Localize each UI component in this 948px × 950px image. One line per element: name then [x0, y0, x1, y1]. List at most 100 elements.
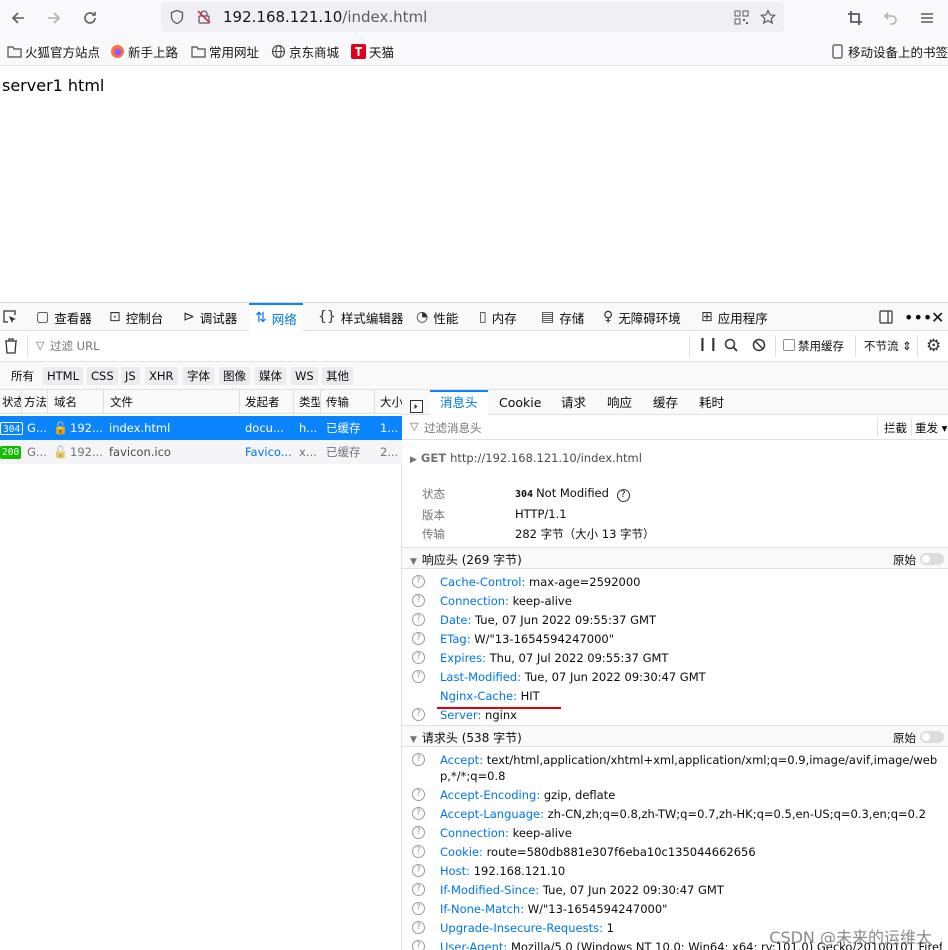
shield-icon[interactable] [168, 8, 186, 26]
bookmark-getting-started[interactable]: 新手上路 [109, 42, 178, 61]
help-icon[interactable]: ? [412, 594, 425, 607]
dock-side-icon[interactable] [878, 303, 894, 331]
close-devtools-icon[interactable]: ✕ [931, 303, 944, 331]
help-icon[interactable]: ? [412, 807, 425, 820]
col-transferred[interactable]: 传输 [321, 390, 375, 414]
col-size[interactable]: 大小 [375, 390, 402, 414]
help-icon[interactable]: ? [412, 921, 425, 934]
tab-inspector[interactable]: ▢ 查看器 [36, 303, 92, 331]
col-initiator[interactable]: 发起者 [240, 390, 294, 414]
filter-css[interactable]: CSS [87, 367, 118, 385]
request-headers-section[interactable]: ▼ 请求头 (538 字节) 原始 [402, 725, 948, 747]
url-filter-input[interactable]: 过滤 URL [50, 338, 99, 354]
help-icon[interactable]: ? [412, 632, 425, 645]
toggle-sidebar-icon[interactable] [410, 396, 424, 413]
filter-js[interactable]: JS [121, 367, 140, 385]
mobile-bookmarks[interactable]: 移动设备上的书签 [829, 42, 948, 61]
help-icon[interactable]: ? [412, 575, 425, 588]
bookmark-tmall[interactable]: 天猫 [350, 42, 394, 61]
help-icon[interactable]: ? [616, 489, 630, 502]
reload-icon[interactable] [77, 5, 103, 31]
request-row[interactable]: 304 G... 🔓 192... index.html docu... h..… [0, 416, 402, 440]
raw-toggle[interactable] [920, 553, 944, 565]
tab-storage[interactable]: ▤ 存储 [541, 303, 584, 331]
pause-icon[interactable]: ❙❙ [697, 337, 719, 352]
resend-button[interactable]: 重发 ▾ [915, 420, 947, 436]
qr-code-icon[interactable] [732, 8, 750, 26]
col-file[interactable]: 文件 [104, 390, 240, 414]
block-button[interactable]: 拦截 [884, 420, 907, 436]
tab-cookies[interactable]: Cookie [499, 390, 541, 415]
trash-icon[interactable] [4, 338, 18, 357]
tab-memory[interactable]: ▯ 内存 [479, 303, 517, 331]
request-url: http://192.168.121.10/index.html [450, 451, 642, 465]
tab-debugger[interactable]: ⊳ 调试器 [183, 303, 237, 331]
tab-request[interactable]: 请求 [561, 390, 586, 415]
help-icon[interactable]: ? [412, 670, 425, 683]
settings-gear-icon[interactable]: ⚙ [926, 336, 941, 356]
filter-images[interactable]: 图像 [219, 367, 250, 385]
filter-media[interactable]: 媒体 [255, 367, 286, 385]
bookmark-star-icon[interactable] [759, 8, 777, 26]
bookmark-common-sites[interactable]: 常用网址 [190, 42, 259, 61]
disable-cache-checkbox[interactable] [783, 339, 795, 351]
help-icon[interactable]: ? [412, 613, 425, 626]
header-name: Expires: [440, 651, 486, 665]
header-name-value: Cookie: route=580db881e307f6eba10c135044… [440, 844, 756, 860]
tab-style-editor[interactable]: {} 样式编辑器 [318, 303, 403, 331]
search-icon[interactable] [724, 338, 738, 355]
tab-performance[interactable]: ◔ 性能 [416, 303, 458, 331]
help-icon[interactable]: ? [412, 708, 425, 721]
col-status[interactable]: 状态 [0, 390, 22, 414]
more-options-icon[interactable]: ••• [904, 303, 932, 331]
help-icon[interactable]: ? [412, 826, 425, 839]
filter-xhr[interactable]: XHR [145, 367, 178, 385]
tab-network[interactable]: ⇅ 网络 [249, 303, 303, 331]
help-icon[interactable]: ? [412, 651, 425, 664]
insecure-lock-icon[interactable] [195, 8, 213, 26]
help-icon[interactable]: ? [412, 788, 425, 801]
header-name: Cookie: [440, 845, 483, 859]
help-icon[interactable]: ? [412, 883, 425, 896]
url-text[interactable]: 192.168.121.10/index.html [223, 8, 427, 26]
request-row[interactable]: 200 G... 🔓 192... favicon.ico Favico... … [0, 440, 402, 464]
help-icon[interactable]: ? [412, 902, 425, 915]
tab-console[interactable]: ⊡ 控制台 [109, 303, 163, 331]
headers-filter-input[interactable]: 过滤消息头 [424, 420, 482, 436]
element-picker-icon[interactable] [2, 303, 18, 331]
help-icon[interactable]: ? [412, 753, 425, 766]
back-icon[interactable] [5, 5, 31, 31]
tab-cache[interactable]: 缓存 [653, 390, 678, 415]
bookmark-firefox-official[interactable]: 火狐官方站点 [6, 42, 100, 61]
screenshot-crop-icon[interactable] [842, 5, 868, 31]
tab-response[interactable]: 响应 [607, 390, 632, 415]
expand-arrow-icon[interactable]: ▶ [410, 455, 417, 465]
filter-ws[interactable]: WS [291, 367, 318, 385]
throttle-select[interactable]: 不节流 ⇕ [864, 338, 912, 354]
bookmark-jd[interactable]: 京东商城 [270, 42, 339, 61]
help-icon[interactable]: ? [412, 845, 425, 858]
tab-application[interactable]: ⊞ 应用程序 [701, 303, 768, 331]
header-name-value: If-Modified-Since: Tue, 07 Jun 2022 09:3… [440, 882, 724, 898]
block-icon[interactable] [752, 338, 766, 355]
filter-fonts[interactable]: 字体 [183, 367, 214, 385]
col-type[interactable]: 类型 [294, 390, 321, 414]
forward-icon[interactable] [41, 5, 67, 31]
filter-all[interactable]: 所有 [7, 367, 38, 385]
response-headers-section[interactable]: ▼ 响应头 (269 字节) 原始 [402, 547, 948, 569]
raw-toggle[interactable] [920, 731, 944, 743]
tab-headers[interactable]: 消息头 [430, 390, 488, 415]
url-bar[interactable]: 192.168.121.10/index.html [161, 2, 784, 32]
filter-html[interactable]: HTML [43, 367, 84, 385]
undo-icon[interactable] [878, 5, 904, 31]
tab-accessibility[interactable]: ♀ 无障碍环境 [603, 303, 681, 331]
help-icon[interactable]: ? [412, 940, 425, 950]
divider [855, 335, 856, 357]
filter-other[interactable]: 其他 [322, 367, 353, 385]
menu-icon[interactable] [914, 5, 940, 31]
tab-timings[interactable]: 耗时 [699, 390, 724, 415]
col-domain[interactable]: 域名 [48, 390, 104, 414]
help-icon[interactable]: ? [412, 864, 425, 877]
request-initiator[interactable]: Favico... [245, 440, 293, 464]
col-method[interactable]: 方法 [22, 390, 48, 414]
